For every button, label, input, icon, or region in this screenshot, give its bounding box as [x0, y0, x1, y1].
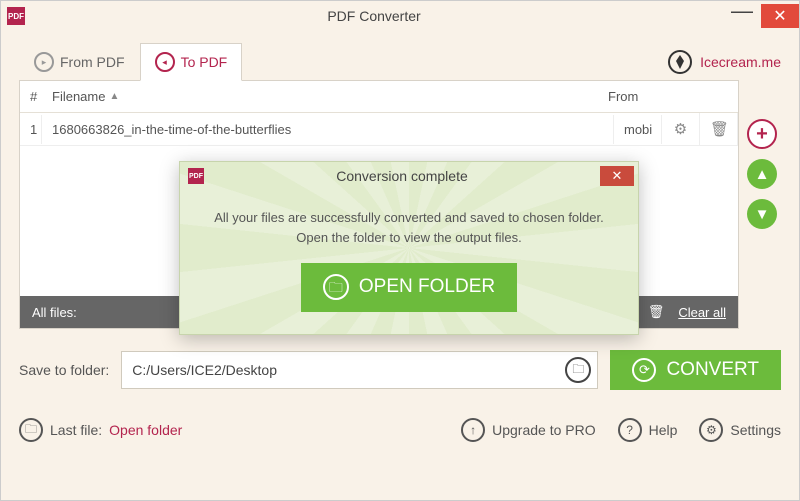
minimize-button[interactable]: — [723, 4, 761, 28]
lastfile-label: Last file: [50, 422, 102, 438]
path-field-wrap: 🗀 [121, 351, 598, 389]
last-file-open[interactable]: 🗀 Last file: Open folder [19, 418, 182, 442]
from-pdf-icon: ▸ [34, 52, 54, 72]
add-file-button[interactable]: + [747, 119, 777, 149]
modal-close-button[interactable]: ✕ [600, 166, 634, 186]
titlebar: PDF PDF Converter — ✕ [1, 1, 799, 31]
app-icon: PDF [188, 168, 204, 184]
table-header: # Filename ▲ From [20, 81, 738, 113]
row-delete-button[interactable]: 🗑 [700, 113, 738, 145]
all-files-label: All files: [32, 305, 77, 320]
open-folder-link[interactable]: Open folder [109, 422, 182, 438]
all-delete-button[interactable]: 🗑 [648, 304, 665, 320]
move-down-button[interactable]: ▼ [747, 199, 777, 229]
col-header-num[interactable]: # [30, 89, 52, 104]
footer: 🗀 Last file: Open folder ↑ Upgrade to PR… [1, 400, 799, 460]
upgrade-icon: ↑ [461, 418, 485, 442]
gear-icon: ⚙ [699, 418, 723, 442]
tab-label: To PDF [181, 54, 228, 70]
save-path-input[interactable] [132, 362, 565, 378]
refresh-icon: ⟳ [632, 358, 656, 382]
arrow-up-icon: ▲ [755, 166, 770, 183]
folder-icon: 🗀 [323, 274, 349, 300]
save-label: Save to folder: [19, 362, 109, 378]
folder-icon: 🗀 [572, 360, 584, 381]
row-format: mobi [614, 115, 662, 144]
convert-label: CONVERT [666, 359, 759, 381]
arrow-down-icon: ▼ [755, 206, 770, 223]
tab-label: From PDF [60, 54, 125, 70]
modal-message-1: All your files are successfully converte… [204, 208, 614, 228]
upgrade-link[interactable]: ↑ Upgrade to PRO [461, 418, 596, 442]
open-folder-button[interactable]: 🗀 OPEN FOLDER [301, 263, 517, 312]
row-settings-button[interactable]: ⚙ [662, 113, 700, 145]
folder-icon: 🗀 [19, 418, 43, 442]
modal-body: All your files are successfully converte… [180, 190, 638, 334]
close-icon: ✕ [612, 168, 623, 184]
browse-folder-button[interactable]: 🗀 [565, 357, 591, 383]
plus-icon: + [756, 123, 768, 146]
close-button[interactable]: ✕ [761, 4, 799, 28]
help-icon: ? [618, 418, 642, 442]
clear-all-link[interactable]: Clear all [678, 305, 726, 320]
tab-from-pdf[interactable]: ▸ From PDF [19, 43, 140, 81]
tabs-row: ▸ From PDF ◂ To PDF Icecream.me [1, 31, 799, 81]
app-icon: PDF [7, 7, 25, 25]
modal-title: Conversion complete [204, 168, 600, 184]
move-up-button[interactable]: ▲ [747, 159, 777, 189]
table-row[interactable]: 1 1680663826_in-the-time-of-the-butterfl… [20, 113, 738, 146]
settings-link[interactable]: ⚙ Settings [699, 418, 781, 442]
open-folder-label: OPEN FOLDER [359, 273, 495, 302]
help-link[interactable]: ? Help [618, 418, 678, 442]
col-header-filename[interactable]: Filename ▲ [52, 89, 608, 104]
window-title: PDF Converter [25, 8, 723, 24]
conversion-complete-dialog: PDF Conversion complete ✕ All your files… [179, 161, 639, 335]
modal-message-2: Open the folder to view the output files… [204, 228, 614, 248]
trash-icon: 🗑 [648, 304, 665, 319]
save-row: Save to folder: 🗀 ⟳ CONVERT [1, 330, 799, 400]
trash-icon: 🗑 [710, 121, 729, 138]
brand-link[interactable]: Icecream.me [668, 50, 781, 74]
row-number: 1 [20, 115, 42, 144]
side-buttons: + ▲ ▼ [747, 119, 777, 229]
tab-to-pdf[interactable]: ◂ To PDF [140, 43, 243, 81]
gear-icon: ⚙ [674, 121, 687, 138]
row-filename: 1680663826_in-the-time-of-the-butterflie… [42, 115, 614, 144]
convert-button[interactable]: ⟳ CONVERT [610, 350, 781, 390]
icecream-icon [668, 50, 692, 74]
modal-titlebar: PDF Conversion complete ✕ [180, 162, 638, 190]
sort-asc-icon: ▲ [109, 91, 119, 102]
brand-label: Icecream.me [700, 54, 781, 70]
to-pdf-icon: ◂ [155, 52, 175, 72]
col-header-from[interactable]: From [608, 89, 728, 104]
